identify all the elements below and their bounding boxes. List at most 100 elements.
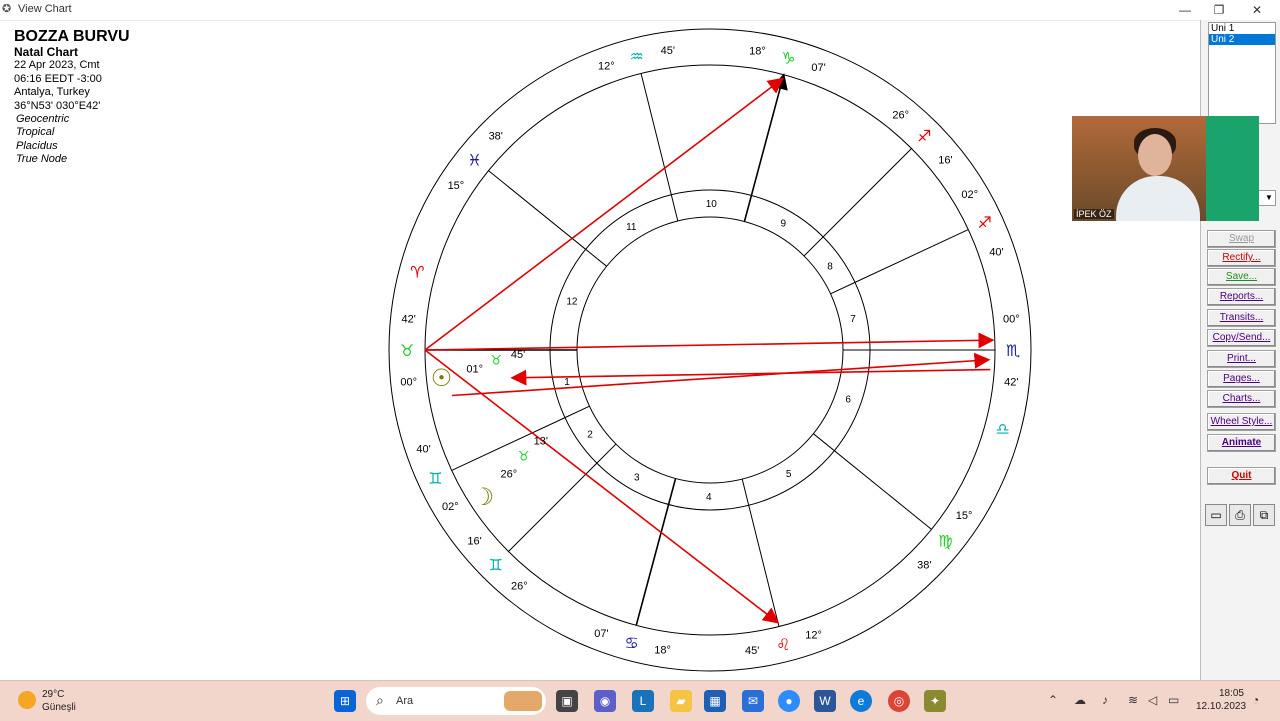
transits-button[interactable]: Transits... xyxy=(1207,309,1276,327)
export-icon[interactable]: ⧉ xyxy=(1253,504,1275,526)
quit-button[interactable]: Quit xyxy=(1207,467,1276,485)
cusp-degree: 18° xyxy=(654,644,671,656)
astrology-app-icon[interactable]: ✦ xyxy=(924,690,946,712)
animate-button[interactable]: Animate xyxy=(1207,434,1276,452)
swap-button[interactable]: Swap xyxy=(1207,230,1276,248)
house-number: 6 xyxy=(845,394,851,405)
cusp-degree: 00° xyxy=(1003,313,1020,325)
mail-icon[interactable]: ✉ xyxy=(742,690,764,712)
cusp-label: 15° ♍ 38' xyxy=(917,510,972,571)
aspect-line xyxy=(424,77,785,351)
house-cusp-line xyxy=(822,148,912,238)
cusp-minute: 07' xyxy=(594,628,608,640)
minimize-button[interactable]: — xyxy=(1170,1,1200,19)
cusp-sign-glyph: ♐ xyxy=(977,213,991,232)
cusp-labels: 00° ♉ 42' 02° ♊ 40' 26° ♊ 16' 18° ♋ 07' 12° ♌ 45' 15° ♍ 3… xyxy=(400,45,1020,657)
cusp-sign-glyph: ♉ xyxy=(400,341,414,360)
printer-icon[interactable]: ⎙ xyxy=(1229,504,1251,526)
cusp-degree: 15° xyxy=(448,180,465,192)
cusp-label: 00° ♉ 42' xyxy=(400,313,417,388)
zoom-icon[interactable]: ● xyxy=(778,690,800,712)
wifi-icon[interactable]: ≋ xyxy=(1128,693,1138,707)
cusp-minute: 16' xyxy=(938,154,952,166)
chart-list-item-selected[interactable]: Uni 2 xyxy=(1209,34,1275,45)
planet-degree: 01° xyxy=(466,364,483,376)
speaker-icon[interactable]: ◁ xyxy=(1148,693,1157,707)
store-icon[interactable]: ▦ xyxy=(704,690,726,712)
chrome-icon[interactable]: ◎ xyxy=(888,690,910,712)
chevron-up-icon[interactable]: ⌃ xyxy=(1048,693,1058,707)
video-overlay[interactable]: İPEK ÖZ xyxy=(1072,116,1259,221)
taskbar-search[interactable]: ⌕ Ara xyxy=(366,687,546,715)
clock-time: 18:05 xyxy=(1218,688,1244,699)
taskbar-clock[interactable]: 18:05 12.10.2023 xyxy=(1196,687,1246,713)
chart-list[interactable]: Uni 1 Uni 2 xyxy=(1208,22,1276,124)
house-number: 3 xyxy=(634,472,640,483)
house-number: 7 xyxy=(850,314,856,325)
cusp-degree: 12° xyxy=(598,60,615,72)
cloud-icon[interactable]: ☁ xyxy=(1074,693,1086,707)
cusp-sign-glyph: ♐ xyxy=(917,127,931,146)
house-number: 12 xyxy=(566,297,578,308)
monitor-icon[interactable]: ▭ xyxy=(1205,504,1227,526)
house-cusp-tick xyxy=(596,443,617,464)
cusp-label: 00° ♏ 42' xyxy=(1003,313,1020,388)
cusp-sign-glyph: ♊ xyxy=(428,469,442,488)
reports-button[interactable]: Reports... xyxy=(1207,288,1276,306)
restore-button[interactable]: ❐ xyxy=(1204,1,1234,19)
moon-icon: ☽ xyxy=(473,483,495,511)
cusp-label: 02° ♊ 40' xyxy=(416,444,458,513)
cusp-degree: 12° xyxy=(805,630,822,642)
cusp-label: 12° ♒ 45' xyxy=(598,45,675,72)
output-icons: ▭ ⎙ ⧉ xyxy=(1205,504,1277,526)
planet-sign-glyph: ♉ xyxy=(518,449,530,464)
planet-glyphs[interactable]: ☉ 01°♉ 45'☽26°♉13' xyxy=(431,349,548,511)
lexicon-app-icon[interactable]: L xyxy=(632,690,654,712)
cusp-degree: 18° xyxy=(749,46,766,58)
house-cusp-tick xyxy=(813,433,835,452)
chevron-down-icon: ▼ xyxy=(1265,193,1273,202)
cusp-minute: 07' xyxy=(811,62,825,74)
rectify-button[interactable]: Rectify... xyxy=(1207,249,1276,267)
house-number: 11 xyxy=(626,222,637,233)
window-title: View Chart xyxy=(18,3,72,15)
cusp-sign-glyph: ♌ xyxy=(776,635,790,654)
wheel-style-button[interactable]: Wheel Style... xyxy=(1207,413,1276,431)
copy-send-button[interactable]: Copy/Send... xyxy=(1207,329,1276,347)
word-icon[interactable]: W xyxy=(814,690,836,712)
charts-button[interactable]: Charts... xyxy=(1207,390,1276,408)
microphone-icon[interactable]: ♪ xyxy=(1102,693,1108,707)
cusp-degree: 02° xyxy=(961,189,978,201)
notification-icon[interactable]: ◔ xyxy=(1252,693,1259,707)
start-icon[interactable]: ⊞ xyxy=(334,690,356,712)
print-button[interactable]: Print... xyxy=(1207,350,1276,368)
sun-planet: ☉ 01° ♉ 45' xyxy=(431,349,525,392)
weather-condition: Güneşli xyxy=(42,702,76,713)
cusp-minute: 16' xyxy=(467,536,481,548)
planet-degree: 26° xyxy=(500,468,517,480)
cusp-minute: 40' xyxy=(989,246,1003,258)
chat-icon[interactable]: ◉ xyxy=(594,690,616,712)
intercepted-sign-glyph: ♎ xyxy=(996,419,1010,438)
house-cusp-tick xyxy=(670,194,679,222)
house-number: 9 xyxy=(780,219,786,230)
battery-icon[interactable]: ▭ xyxy=(1168,693,1179,707)
video-person-head xyxy=(1138,134,1172,176)
sun-icon xyxy=(18,691,36,709)
chart-list-item[interactable]: Uni 1 xyxy=(1209,23,1275,34)
cusp-degree: 26° xyxy=(892,110,909,122)
pages-button[interactable]: Pages... xyxy=(1207,370,1276,388)
cusp-degree: 15° xyxy=(956,510,973,522)
search-icon: ⌕ xyxy=(376,692,384,708)
file-explorer-icon[interactable]: ▰ xyxy=(670,690,692,712)
task-view-icon[interactable]: ▣ xyxy=(556,690,578,712)
cusp-label: 12° ♌ 45' xyxy=(745,630,822,657)
close-button[interactable]: ✕ xyxy=(1242,1,1272,19)
aspect-line xyxy=(510,368,991,386)
edge-icon[interactable]: e xyxy=(850,690,872,712)
cusp-label: 26° ♊ 16' xyxy=(467,536,527,593)
cusp-minute: 42' xyxy=(1004,377,1018,389)
save-button[interactable]: Save... xyxy=(1207,268,1276,286)
chart-wheel[interactable]: 123456789101112 00°♉42'02°♊40'26°♊16'18°… xyxy=(0,20,1200,680)
cusp-minute: 38' xyxy=(917,559,931,571)
